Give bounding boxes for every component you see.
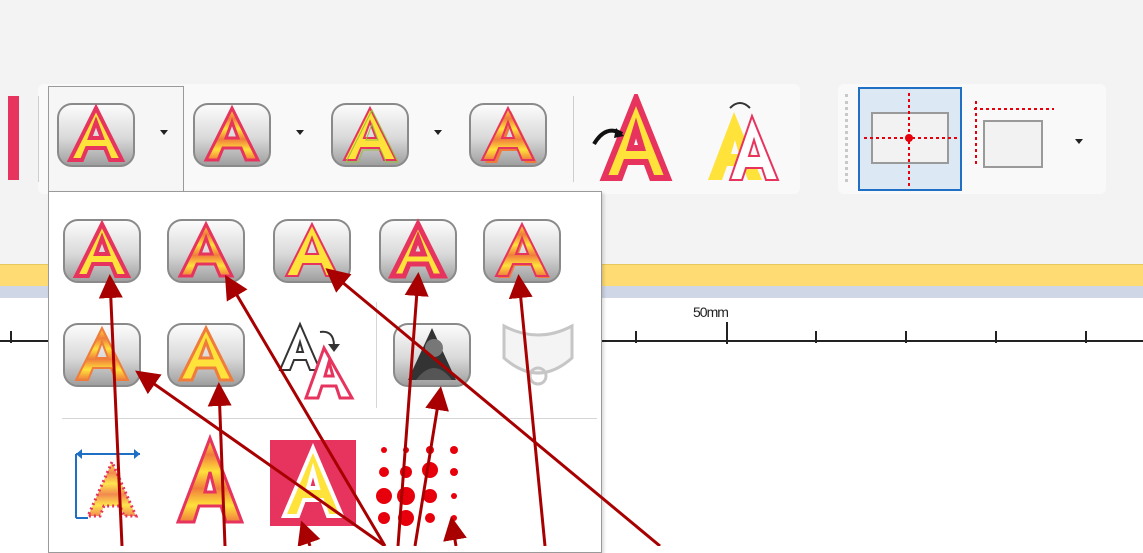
position-center-icon[interactable]: [858, 87, 964, 193]
gallery-selected-boxed-icon[interactable]: [270, 440, 356, 526]
ruler-tick: [1085, 331, 1087, 343]
toolbar-divider: [38, 96, 39, 182]
ruler-tick: [815, 331, 817, 343]
ruler-tick: [905, 331, 907, 343]
gallery-dot-pattern-icon[interactable]: [376, 440, 466, 530]
ruler-tick: [995, 331, 997, 343]
toolbar-gripper: [845, 94, 848, 182]
dropdown-divider: [62, 418, 597, 419]
transform-text-icon[interactable]: [700, 98, 790, 184]
gallery-soft-outline-icon[interactable]: [166, 318, 250, 390]
chevron-down-icon[interactable]: [296, 130, 304, 135]
arc-text-icon[interactable]: [586, 94, 686, 184]
gallery-outline-icon[interactable]: [272, 214, 356, 286]
gallery-fill-icon[interactable]: [62, 214, 146, 286]
gallery-shape-disabled-icon: [496, 318, 580, 394]
ruler-label: 50mm: [693, 304, 729, 320]
gallery-bold-outline-icon[interactable]: [378, 214, 462, 286]
title-area: [0, 0, 1143, 84]
dropdown-divider: [376, 302, 377, 408]
chevron-down-icon[interactable]: [434, 130, 442, 135]
previous-tool-edge: [8, 96, 19, 180]
gallery-striped-icon[interactable]: [166, 214, 250, 286]
gallery-photo-fill-icon[interactable]: [392, 318, 476, 390]
gallery-tall-striped-icon[interactable]: [168, 434, 252, 526]
ruler-tick: [635, 331, 637, 343]
text-style-striped-icon[interactable]: [192, 98, 276, 170]
text-style-fill-icon[interactable]: [56, 98, 140, 170]
gallery-hatched-icon[interactable]: [62, 318, 146, 390]
gallery-bevel-icon[interactable]: [482, 214, 566, 286]
text-style-shadow-icon[interactable]: [468, 98, 552, 170]
toolbar-divider: [573, 96, 574, 182]
chevron-down-icon[interactable]: [160, 130, 168, 135]
gallery-kerning-icon[interactable]: [68, 440, 152, 526]
chevron-down-icon[interactable]: [1075, 139, 1083, 144]
ruler-tick: [10, 331, 12, 343]
gallery-rotate-text-icon[interactable]: [272, 318, 356, 404]
ruler-tick-major: [726, 322, 728, 344]
position-origin-icon[interactable]: [970, 97, 1056, 177]
text-style-outline-icon[interactable]: [330, 98, 414, 170]
